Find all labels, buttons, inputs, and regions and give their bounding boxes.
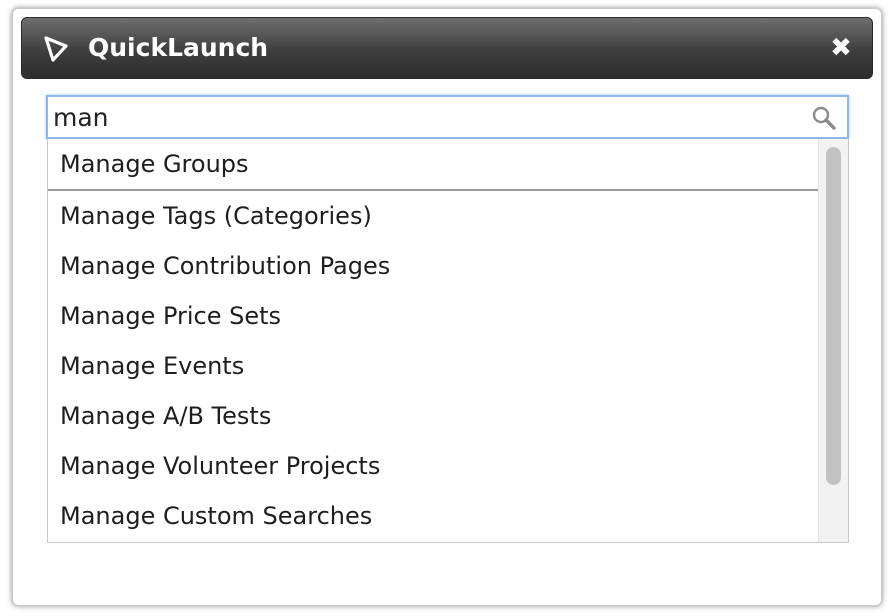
scrollbar[interactable] bbox=[818, 139, 848, 542]
dialog-titlebar[interactable]: QuickLaunch ✖ bbox=[21, 17, 873, 79]
triangle-play-icon bbox=[44, 36, 68, 62]
result-item[interactable]: Manage Custom Searches bbox=[48, 491, 818, 541]
close-button[interactable]: ✖ bbox=[828, 33, 854, 63]
dialog-title: QuickLaunch bbox=[88, 33, 269, 62]
result-item[interactable]: Manage Groups bbox=[48, 139, 818, 191]
search-field[interactable] bbox=[46, 95, 849, 139]
result-item[interactable]: Manage A/B Tests bbox=[48, 391, 818, 441]
result-item[interactable]: Manage Contribution Pages bbox=[48, 241, 818, 291]
result-item[interactable]: Manage Price Sets bbox=[48, 291, 818, 341]
autocomplete-results: Manage Groups Manage Tags (Categories) M… bbox=[47, 139, 849, 543]
result-item[interactable]: Manage Tags (Categories) bbox=[48, 191, 818, 241]
close-icon: ✖ bbox=[830, 33, 852, 63]
result-item[interactable]: Manage Volunteer Projects bbox=[48, 441, 818, 491]
result-item[interactable]: Manage Events bbox=[48, 341, 818, 391]
search-input[interactable] bbox=[48, 97, 808, 137]
quicklaunch-dialog: QuickLaunch ✖ Manage Groups Manage Tags … bbox=[12, 8, 882, 606]
results-list: Manage Groups Manage Tags (Categories) M… bbox=[48, 139, 818, 541]
search-icon bbox=[812, 106, 836, 130]
scrollbar-thumb[interactable] bbox=[826, 147, 841, 485]
